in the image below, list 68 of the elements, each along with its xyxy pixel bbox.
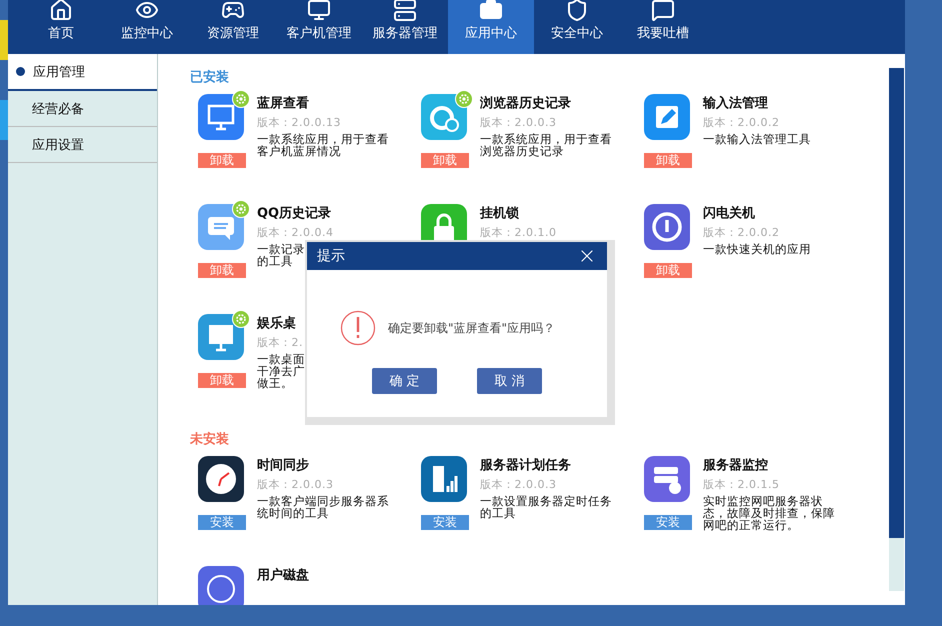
app-version: 版本：2.0.0.2 [703, 225, 780, 240]
app-version: 版本：2.0.0.3 [257, 477, 334, 492]
app-description: 一款输入法管理工具 [703, 133, 812, 145]
install-button[interactable]: 安装 [421, 515, 469, 530]
nav-tab[interactable]: 首页 [18, 0, 104, 54]
app-name: 浏览器历史记录 [480, 94, 572, 112]
dialog-title: 提示 [317, 247, 345, 265]
sidebar-item[interactable]: 应用设置 [8, 127, 157, 163]
app-name: 挂机锁 [480, 205, 520, 222]
app-description: 一款设置服务器定时任务的工具 [480, 495, 613, 519]
app-description: 的工具 [257, 255, 293, 267]
app-description: 一款桌面 [257, 353, 305, 365]
app-description: 一款快速关机的应用 [703, 243, 812, 255]
confirm-button[interactable]: 确 定 [372, 368, 437, 394]
house-icon [49, 0, 73, 22]
nav-tab[interactable]: 资源管理 [190, 0, 276, 54]
server-chart-icon [421, 456, 467, 502]
app-description: 实时监控网吧服务器状态，故障及时排查，保障网吧的正常运行。 [703, 495, 836, 531]
monitor-icon [198, 94, 244, 140]
nav-tab[interactable]: 监控中心 [104, 0, 190, 54]
app-name: 输入法管理 [703, 94, 769, 112]
clock-icon [198, 456, 244, 502]
app-name: QQ历史记录 [257, 205, 332, 222]
nav-tab[interactable]: 应用中心 [448, 0, 534, 54]
chat-icon [198, 204, 244, 250]
app-description: 干净去广 [257, 365, 305, 377]
install-button[interactable]: 安装 [644, 515, 692, 530]
monitor-icon [307, 0, 331, 22]
app-name: 服务器计划任务 [480, 457, 572, 474]
bullet-icon [16, 67, 25, 76]
nav-tab[interactable]: 我要吐槽 [620, 0, 706, 54]
app-version: 版本：2.0.0.13 [257, 115, 342, 130]
sidebar-item[interactable]: 应用管理 [8, 54, 157, 91]
app-description: 一款系统应用，用于查看客户机蓝屏情况 [257, 133, 390, 157]
app-description: 一款系统应用，用于查看浏览器历史记录 [480, 133, 613, 157]
app-version: 版本：2.0.0.2 [703, 115, 780, 130]
app-description: 做王。 [257, 377, 293, 389]
app-description: 一款客户端同步服务器系统时间的工具 [257, 495, 390, 519]
app-version: 版本：2.0.1.0 [480, 225, 556, 240]
section-title: 未安装 [190, 430, 230, 448]
pencil-icon [644, 94, 690, 140]
nav-tab[interactable]: 安全中心 [534, 0, 620, 54]
app-name: 用户磁盘 [257, 566, 309, 584]
app-name: 蓝屏查看 [257, 95, 310, 112]
warning-icon [340, 310, 376, 346]
speech-bubble-icon [651, 0, 675, 22]
app-version: 版本：2.0.0.3 [480, 477, 558, 492]
app-version: 版本：2. [257, 335, 304, 350]
app-name: 服务器监控 [703, 457, 769, 474]
nav-tab[interactable]: 客户机管理 [276, 0, 362, 54]
briefcase-icon [479, 0, 503, 22]
dialog-message: 确定要卸载"蓝屏查看"应用吗？ [388, 320, 556, 336]
shield-icon [565, 0, 589, 22]
nav-tab[interactable]: 服务器管理 [362, 0, 448, 54]
app-name: 娱乐桌 [257, 314, 297, 332]
server-icon [393, 0, 417, 22]
cancel-button[interactable]: 取 消 [477, 368, 542, 394]
section-title: 已安装 [190, 68, 230, 86]
app-description: 一款记录 [257, 243, 305, 255]
app-name: 闪电关机 [703, 204, 756, 222]
app-version: 版本：2.0.1.5 [703, 477, 780, 492]
sidebar-item[interactable]: 经营必备 [8, 91, 157, 127]
app-version: 版本：2.0.0.4 [257, 225, 334, 240]
server-rack-icon [644, 456, 690, 502]
install-button[interactable]: 安装 [198, 515, 246, 530]
power-icon [644, 204, 690, 250]
app-version: 版本：2.0.0.3 [480, 115, 558, 130]
app-name: 时间同步 [257, 457, 310, 474]
